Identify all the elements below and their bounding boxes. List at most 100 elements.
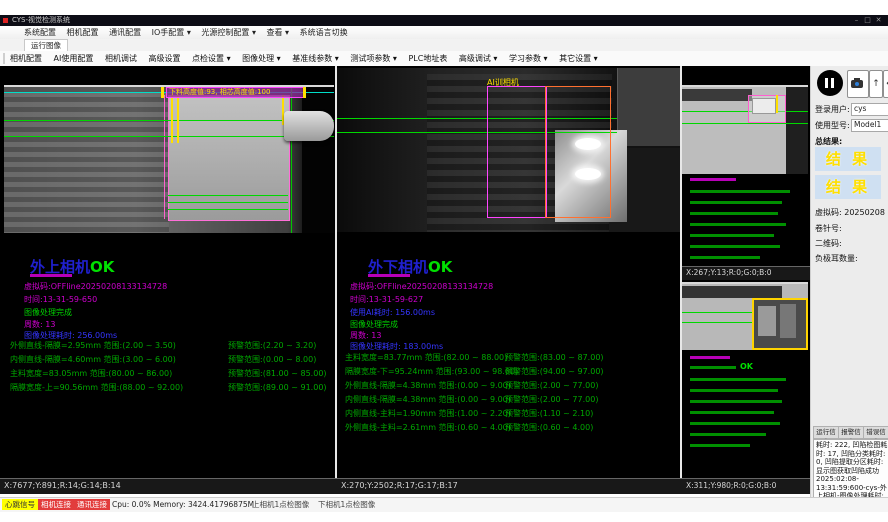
small-bottom-camera-image[interactable] — [682, 282, 808, 350]
pause-icon — [831, 78, 834, 88]
green-scan-line — [682, 111, 808, 112]
toolbar-advanced-debug[interactable]: 高级调试 ▾ — [459, 51, 498, 66]
left-camera-image[interactable]: 下料高度值:93, 相芯高度值:100 — [4, 85, 334, 233]
camera-lens-icon — [855, 82, 859, 86]
measurement-value: 外侧直线-主料=2.61mm 范围:(0.60 ~ 4.00) — [345, 423, 511, 432]
info-log-section: 运行信息 报警信息 错误信息 耗时: 222, 凹陷检图耗时: 17, 凹陷分类… — [811, 426, 888, 497]
left-virtual-code: 虚拟码:OFFline20250208133134728 — [24, 281, 167, 292]
log-text-line — [690, 245, 780, 248]
measurement-value: 主料宽度=83.77mm 范围:(82.00 ~ 88.00) — [345, 353, 507, 362]
log-text-line — [690, 212, 778, 215]
toolbar-camera-config[interactable]: 相机配置 — [10, 51, 42, 66]
minimize-button[interactable]: – — [851, 15, 862, 26]
toolbar-camera-debug[interactable]: 相机调试 — [105, 51, 137, 66]
green-measure-line — [168, 195, 288, 196]
green-scan-line — [682, 322, 752, 323]
log-text-line — [690, 178, 736, 181]
result-box-lower: 结 果 — [815, 175, 881, 199]
dark-band — [682, 89, 752, 101]
tab-run-info[interactable]: 运行信息 — [813, 426, 839, 439]
detected-part — [752, 98, 776, 114]
upper-camera-spotcheck-link[interactable]: 上相机1点检图像 — [252, 499, 309, 511]
log-text-line — [690, 444, 750, 447]
small-bottom-coordinate-readout: X:311;Y:980;R:0;G:0;B:0 — [682, 478, 812, 494]
virtual-code-label: 虚拟码: 20250208 — [815, 207, 885, 218]
measurement-row: 内侧直线-主料=1.90mm 范围:(1.00 ~ 2.20)预警范围:(1.1… — [345, 408, 678, 419]
tab-count-label: 负极耳数量: — [815, 253, 858, 264]
log-text-line — [690, 234, 774, 237]
comm-connection-indicator: 通讯连接 — [74, 499, 110, 510]
left-process-done: 图像处理完成 — [24, 307, 72, 318]
measurement-value: 隔膜宽度-下=95.24mm 范围:(93.00 ~ 98.00) — [345, 367, 518, 376]
middle-camera-image[interactable]: AI训相机 — [337, 68, 680, 232]
toolbar-baseline-params[interactable]: 基准线参数 ▾ — [292, 51, 339, 66]
green-scan-line — [682, 123, 808, 124]
toolbar-other-settings[interactable]: 其它设置 ▾ — [559, 51, 598, 66]
green-measure-line — [168, 202, 288, 203]
toolbar-plc-address[interactable]: PLC地址表 — [408, 51, 447, 66]
login-user-field[interactable]: cys — [851, 103, 888, 116]
menu-item-language-switch[interactable]: 系统语言切换 — [300, 26, 348, 39]
lower-camera-spotcheck-link[interactable]: 下相机1点检图像 — [318, 499, 375, 511]
toolbar-image-processing[interactable]: 图像处理 ▾ — [242, 51, 281, 66]
green-measure-line — [168, 209, 288, 210]
menu-item-system-config[interactable]: 系统配置 — [24, 26, 56, 39]
measurement-row: 主料宽度=83.05mm 范围:(80.00 ~ 86.00)预警范围:(81.… — [10, 368, 335, 379]
pause-icon — [825, 78, 828, 88]
menu-item-io-config[interactable]: IO手配置 ▾ — [152, 26, 191, 39]
measurement-value: 内侧直线-主料=1.90mm 范围:(1.00 ~ 2.20) — [345, 409, 511, 418]
toolbar-spotcheck-settings[interactable]: 点检设置 ▾ — [192, 51, 231, 66]
magenta-edge-line — [164, 95, 165, 219]
middle-result-ok: OK — [428, 258, 452, 276]
log-text-line — [690, 422, 780, 425]
control-panel: ↑ ← 登录用户: cys 使用型号: Model1 总结果: 结 果 结 果 … — [810, 66, 888, 497]
warn-range: 预警范围:(2.20 ~ 3.20) — [228, 340, 316, 351]
tab-alarm-info[interactable]: 报警信息 — [838, 426, 864, 439]
dark-region — [786, 87, 808, 174]
green-edge-line — [291, 87, 292, 233]
menu-item-comm-config[interactable]: 通讯配置 — [109, 26, 141, 39]
menu-item-light-config[interactable]: 光源控制配置 ▾ — [201, 26, 256, 39]
small-bottom-result-ok: OK — [740, 362, 753, 371]
middle-process-done: 图像处理完成 — [350, 319, 398, 330]
machine-texture — [4, 87, 169, 233]
exit-button[interactable]: ← — [883, 70, 888, 98]
menu-item-view[interactable]: 查看 ▾ — [267, 26, 290, 39]
warn-range: 预警范围:(1.10 ~ 2.10) — [505, 408, 593, 419]
measurement-value: 隔膜宽度-上=90.56mm 范围:(88.00 ~ 92.00) — [10, 383, 183, 392]
close-button[interactable]: ✕ — [873, 15, 884, 26]
yellow-edge-line — [171, 95, 173, 143]
toolbar-grip — [3, 53, 5, 64]
toolbar-test-params[interactable]: 测试项参数 ▾ — [350, 51, 397, 66]
maximize-button[interactable]: □ — [862, 15, 873, 26]
measurement-row: 外侧直线-隔膜=4.38mm 范围:(0.00 ~ 9.00)预警范围:(2.0… — [345, 380, 678, 391]
ai-camera-overlay-label: AI训相机 — [487, 77, 519, 88]
app-icon — [3, 18, 8, 23]
toolbar-advanced-settings[interactable]: 高级设置 — [148, 51, 180, 66]
mes-text-line — [30, 274, 72, 277]
pause-button[interactable] — [817, 70, 843, 96]
warn-range: 预警范围:(89.00 ~ 91.00) — [228, 382, 327, 393]
measurement-row: 隔膜宽度-下=95.24mm 范围:(93.00 ~ 98.00)预警范围:(9… — [345, 366, 678, 377]
measurement-row: 外侧直线-主料=2.61mm 范围:(0.60 ~ 4.00)预警范围:(0.6… — [345, 422, 678, 433]
small-top-camera-image[interactable] — [682, 85, 808, 174]
yellow-edge-line — [177, 95, 179, 143]
log-text-line — [690, 389, 778, 392]
model-field[interactable]: Model1 — [851, 119, 888, 132]
tab-error-info[interactable]: 错误信息 — [863, 426, 888, 439]
dark-band — [682, 286, 782, 298]
measurement-value: 主料宽度=83.05mm 范围:(80.00 ~ 86.00) — [10, 369, 172, 378]
snapshot-button[interactable] — [847, 70, 869, 98]
middle-process-elapsed: 图像处理耗时: 183.00ms — [350, 341, 443, 352]
log-text-line — [690, 411, 774, 414]
warn-range: 预警范围:(2.00 ~ 77.00) — [505, 394, 598, 405]
middle-time: 时间:13-31-59-627 — [350, 294, 423, 305]
small-top-coordinate-readout: X:267;Y:13;R:0;G:0;B:0 — [682, 266, 812, 280]
result-box-upper: 结 果 — [815, 147, 881, 171]
measurement-value: 内侧直线-隔膜=4.60mm 范围:(3.00 ~ 6.00) — [10, 355, 176, 364]
magenta-roi-outline — [487, 86, 547, 218]
toolbar-ai-config[interactable]: AI使用配置 — [54, 51, 94, 66]
toolbar-learn-params[interactable]: 学习参数 ▾ — [509, 51, 548, 66]
upload-button[interactable]: ↑ — [869, 70, 883, 98]
menu-item-camera-config[interactable]: 相机配置 — [67, 26, 99, 39]
